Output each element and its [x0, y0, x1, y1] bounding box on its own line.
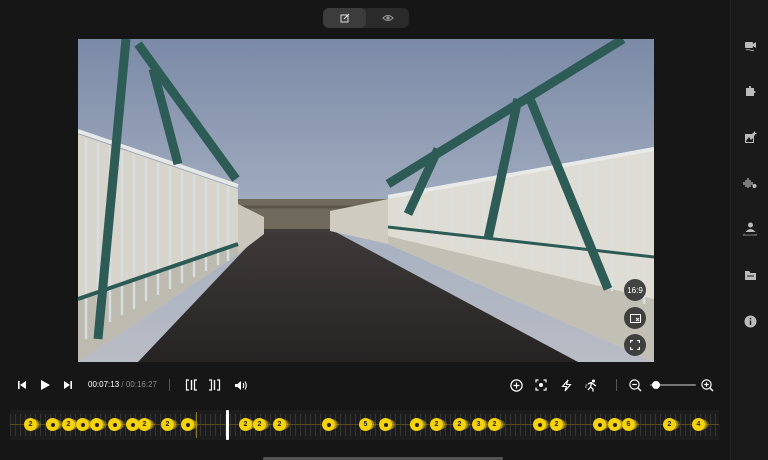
timeline-marker[interactable]	[76, 418, 89, 431]
fullscreen-icon	[630, 340, 640, 350]
timeline-marker[interactable]: 5	[359, 418, 372, 431]
video-frame-image	[78, 39, 654, 362]
view-mode-toggle	[323, 8, 409, 28]
trim-in-icon	[185, 379, 197, 391]
set-out-point-button[interactable]	[206, 376, 222, 394]
timeline-marker[interactable]: 2	[550, 418, 563, 431]
folder-icon	[744, 271, 756, 280]
trim-out-icon	[208, 379, 220, 391]
play-button[interactable]	[37, 376, 53, 394]
pip-close-icon	[629, 313, 641, 323]
edit-icon	[340, 13, 349, 23]
timeline-marker[interactable]	[608, 418, 621, 431]
play-icon	[40, 380, 50, 390]
timeline-track[interactable]: 2222222522322624	[10, 410, 719, 440]
info-icon	[744, 315, 756, 327]
timeline-marker[interactable]	[46, 418, 59, 431]
timeline-marker[interactable]: 2	[253, 418, 266, 431]
timeline-marker[interactable]	[379, 418, 392, 431]
account-icon	[745, 222, 755, 232]
eye-icon	[381, 15, 394, 21]
divider	[169, 379, 170, 391]
account-tool[interactable]: Account	[731, 216, 768, 242]
playhead[interactable]	[226, 410, 229, 440]
timeline-marker[interactable]: 2	[273, 418, 286, 431]
timeline-marker[interactable]: 2	[239, 418, 252, 431]
camera-tool[interactable]	[731, 32, 768, 58]
plugins-tool[interactable]	[731, 78, 768, 104]
volume-button[interactable]	[232, 376, 250, 394]
aspect-ratio-label: 16:9	[627, 285, 643, 295]
zoom-in-button[interactable]	[699, 376, 715, 394]
running-person-icon	[584, 379, 596, 391]
account-label: Account	[742, 231, 758, 237]
timeline-marker[interactable]	[533, 418, 546, 431]
add-marker-button[interactable]	[507, 376, 525, 394]
add-media-icon	[744, 131, 756, 143]
timeline-marker[interactable]: 4	[692, 418, 705, 431]
timeline-marker[interactable]: 2	[161, 418, 174, 431]
timeline-marker[interactable]: 2	[62, 418, 75, 431]
zoom-slider[interactable]	[650, 381, 696, 389]
timeline-marker[interactable]: 3	[472, 418, 485, 431]
zoom-out-button[interactable]	[627, 376, 643, 394]
timeline-marker[interactable]: 2	[453, 418, 466, 431]
time-display: 00:07:13 / 00:16:27	[88, 380, 157, 389]
time-separator: /	[121, 380, 124, 389]
timeline-marker[interactable]	[322, 418, 335, 431]
focus-detect-button[interactable]	[532, 376, 550, 394]
timeline-marker[interactable]	[593, 418, 606, 431]
picture-in-picture-button[interactable]	[624, 307, 646, 329]
set-in-point-button[interactable]	[183, 376, 199, 394]
auto-highlight-button[interactable]	[557, 376, 575, 394]
timeline-marker[interactable]	[410, 418, 423, 431]
files-tool[interactable]	[731, 262, 768, 288]
add-media-tool[interactable]	[731, 124, 768, 150]
motion-track-button[interactable]	[582, 376, 600, 394]
volume-icon	[235, 380, 247, 390]
timeline-marker[interactable]	[181, 418, 194, 431]
playback-controls: 00:07:13 / 00:16:27	[0, 372, 730, 398]
preview-mode-button[interactable]	[366, 8, 409, 28]
timeline-marker[interactable]	[108, 418, 121, 431]
audio-settings-icon	[743, 178, 757, 188]
total-duration: 00:16:27	[125, 380, 157, 389]
info-tool[interactable]	[731, 308, 768, 334]
skip-to-start-icon	[18, 381, 26, 389]
skip-end-button[interactable]	[60, 376, 76, 394]
timeline-marker[interactable]: 2	[488, 418, 501, 431]
timeline-marker[interactable]	[90, 418, 103, 431]
region-boundary	[196, 412, 197, 438]
current-time: 00:07:13	[88, 380, 120, 389]
aspect-ratio-button[interactable]: 16:9	[624, 279, 646, 301]
timeline-marker[interactable]: 2	[430, 418, 443, 431]
video-preview[interactable]: 16:9	[78, 39, 654, 362]
edit-mode-button[interactable]	[323, 8, 366, 28]
add-circle-icon	[509, 378, 523, 392]
video-camera-icon	[744, 41, 756, 51]
right-toolbar: Account	[730, 0, 768, 460]
audio-tool[interactable]	[731, 170, 768, 196]
skip-to-end-icon	[64, 381, 72, 389]
focus-target-icon	[535, 379, 547, 391]
zoom-in-icon	[700, 378, 713, 391]
timeline-marker[interactable]: 2	[138, 418, 151, 431]
zoom-out-icon	[628, 378, 641, 391]
timeline-marker[interactable]: 6	[622, 418, 635, 431]
skip-start-button[interactable]	[14, 376, 30, 394]
divider	[616, 379, 617, 391]
lightning-icon	[560, 379, 572, 391]
zoom-slider-knob[interactable]	[651, 381, 660, 389]
plugin-icon	[746, 85, 756, 96]
fullscreen-button[interactable]	[624, 334, 646, 356]
timeline-marker[interactable]: 2	[663, 418, 676, 431]
timeline-marker[interactable]: 2	[24, 418, 37, 431]
